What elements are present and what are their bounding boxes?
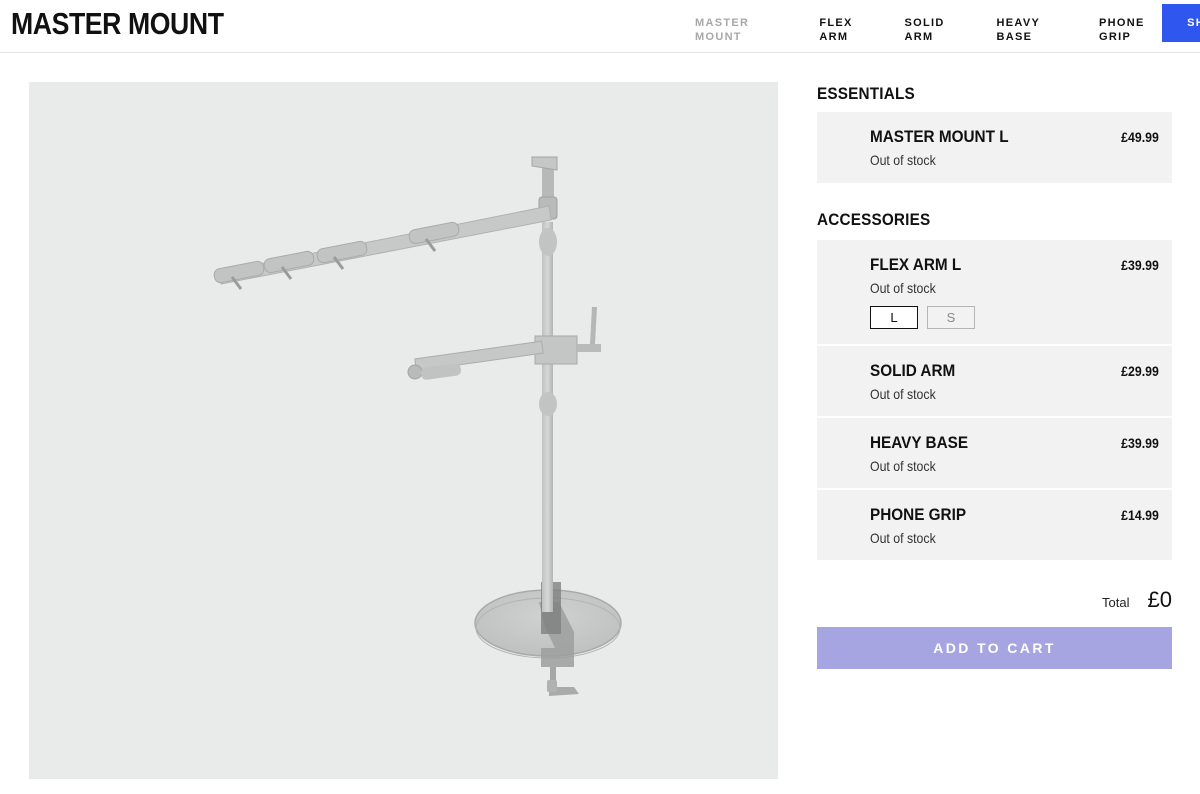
product-price: £39.99: [1121, 435, 1159, 451]
stock-status: Out of stock: [870, 280, 936, 296]
product-visual: [29, 82, 778, 779]
product-name: MASTER MOUNT L: [870, 127, 1009, 146]
size-option-l[interactable]: L: [870, 306, 918, 329]
master-mount-illustration: [213, 156, 622, 696]
product-name: PHONE GRIP: [870, 505, 967, 524]
nav-flex-arm[interactable]: FLEX ARM: [819, 16, 885, 44]
nav-master-mount[interactable]: MASTER MOUNT: [695, 16, 800, 44]
nav-heavy-base[interactable]: HEAVY BASE: [997, 16, 1080, 44]
product-name: HEAVY BASE: [870, 433, 969, 452]
product-panel: ESSENTIALS MASTER MOUNT L Out of stock £…: [817, 82, 1172, 669]
order-total: Total £0: [1102, 587, 1172, 613]
stock-status: Out of stock: [870, 152, 936, 168]
main-nav: MASTER MOUNT FLEX ARM SOLID ARM HEAVY BA…: [695, 16, 1200, 44]
stock-status: Out of stock: [870, 458, 936, 474]
total-label: Total: [1102, 595, 1130, 610]
add-to-cart-button[interactable]: ADD TO CART: [817, 627, 1172, 669]
product-card-flex-arm[interactable]: FLEX ARM L Out of stock £39.99 L S: [817, 240, 1172, 344]
essentials-title: ESSENTIALS: [817, 84, 915, 103]
product-price: £29.99: [1121, 363, 1159, 379]
product-card-solid-arm[interactable]: SOLID ARM Out of stock £29.99: [817, 346, 1172, 416]
size-option-s[interactable]: S: [927, 306, 975, 329]
stock-status: Out of stock: [870, 386, 936, 402]
product-name: SOLID ARM: [870, 361, 956, 380]
product-price: £49.99: [1121, 129, 1159, 145]
product-price: £14.99: [1121, 507, 1159, 523]
product-name: FLEX ARM L: [870, 255, 962, 274]
site-logo[interactable]: MASTER MOUNT: [11, 6, 224, 42]
nav-solid-arm[interactable]: SOLID ARM: [905, 16, 978, 44]
shop-button[interactable]: SHO: [1162, 4, 1200, 42]
product-price: £39.99: [1121, 257, 1159, 273]
product-card-phone-grip[interactable]: PHONE GRIP Out of stock £14.99: [817, 490, 1172, 560]
accessories-title: ACCESSORIES: [817, 210, 931, 229]
total-value: £0: [1147, 587, 1172, 612]
stock-status: Out of stock: [870, 530, 936, 546]
product-card-heavy-base[interactable]: HEAVY BASE Out of stock £39.99: [817, 418, 1172, 488]
site-header: MASTER MOUNT MASTER MOUNT FLEX ARM SOLID…: [0, 0, 1200, 53]
product-card-master-mount[interactable]: MASTER MOUNT L Out of stock £49.99: [817, 112, 1172, 183]
